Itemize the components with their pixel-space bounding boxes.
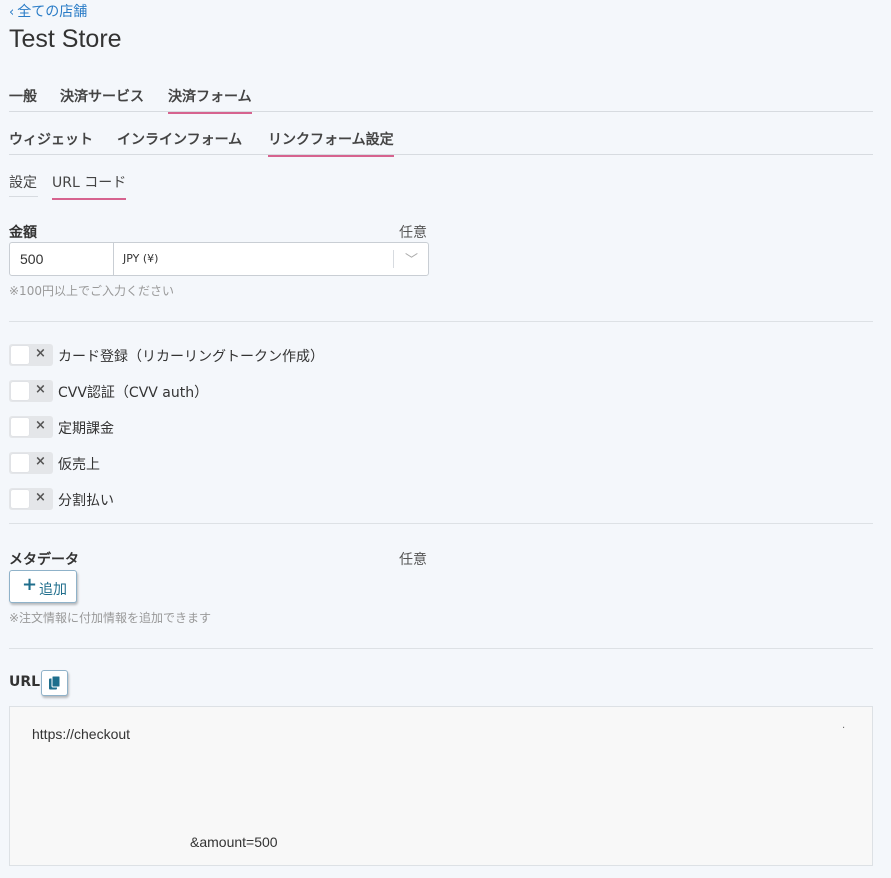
copy-url-button[interactable]: [41, 670, 68, 696]
url-line-2: &amount=500: [190, 834, 278, 850]
back-link-label: 全ての店舗: [17, 4, 88, 20]
toggle-label: 分割払い: [58, 493, 114, 509]
toggle-switch[interactable]: ×: [9, 452, 53, 474]
copy-icon: [49, 676, 61, 690]
currency-value: JPY (¥): [123, 252, 159, 265]
amount-group: JPY (¥) ﹀: [9, 242, 429, 276]
add-metadata-button[interactable]: + 追加: [9, 570, 77, 603]
page-title: Test Store: [9, 25, 122, 53]
currency-separator: [393, 250, 394, 268]
divider: [9, 648, 873, 649]
chevron-down-icon: ﹀: [405, 253, 419, 268]
tab-link-form-settings[interactable]: リンクフォーム設定: [268, 129, 394, 157]
currency-select[interactable]: JPY (¥) ﹀: [115, 243, 427, 275]
back-link[interactable]: ‹ 全ての店舗: [9, 1, 87, 21]
url-label: URL: [9, 674, 41, 690]
tab-payment-services[interactable]: 決済サービス: [60, 86, 144, 112]
toggle-label: カード登録（リカーリングトークン作成）: [58, 349, 324, 365]
metadata-label: メタデータ: [9, 552, 79, 568]
url-line-1-tail: ·: [842, 723, 846, 734]
add-button-label: 追加: [39, 582, 67, 598]
close-icon: ×: [35, 346, 46, 361]
tab-url-code[interactable]: URL コード: [52, 172, 127, 200]
toggle-knob: [11, 490, 29, 508]
plus-icon: +: [22, 574, 38, 595]
toggle-switch[interactable]: ×: [9, 416, 53, 438]
toggle-knob: [11, 418, 29, 436]
tab-payment-form[interactable]: 決済フォーム: [168, 86, 252, 114]
close-icon: ×: [35, 490, 46, 505]
close-icon: ×: [35, 418, 46, 433]
secondary-tabs: ウィジェット インラインフォーム リンクフォーム設定: [9, 129, 873, 157]
toggle-label: 定期課金: [58, 421, 114, 437]
divider: [9, 321, 873, 322]
tab-settings-underline: [9, 196, 38, 197]
toggle-switch[interactable]: ×: [9, 344, 53, 366]
tab-widget[interactable]: ウィジェット: [9, 129, 93, 155]
close-icon: ×: [35, 454, 46, 469]
toggle-knob: [11, 346, 29, 364]
close-icon: ×: [35, 382, 46, 397]
divider: [9, 523, 873, 524]
toggle-knob: [11, 382, 29, 400]
amount-hint: ※100円以上でご入力ください: [9, 284, 174, 298]
url-display[interactable]: https://checkout · &amount=500: [9, 706, 873, 866]
toggle-label: CVV認証（CVV auth）: [58, 385, 209, 401]
url-line-1: https://checkout: [32, 726, 131, 742]
primary-tabs: 一般 決済サービス 決済フォーム: [9, 86, 873, 114]
amount-label: 金額: [9, 225, 37, 241]
chevron-left-icon: ‹: [9, 5, 15, 20]
tab-settings[interactable]: 設定: [9, 172, 37, 198]
tab-general[interactable]: 一般: [9, 86, 37, 112]
metadata-optional: 任意: [399, 552, 427, 568]
metadata-hint: ※注文情報に付加情報を追加できます: [9, 611, 212, 625]
toggle-label: 仮売上: [58, 457, 100, 473]
amount-input[interactable]: [10, 243, 114, 275]
toggle-knob: [11, 454, 29, 472]
toggle-switch[interactable]: ×: [9, 488, 53, 510]
amount-optional: 任意: [399, 225, 427, 241]
tab-inline-form[interactable]: インラインフォーム: [117, 129, 242, 155]
toggle-switch[interactable]: ×: [9, 380, 53, 402]
